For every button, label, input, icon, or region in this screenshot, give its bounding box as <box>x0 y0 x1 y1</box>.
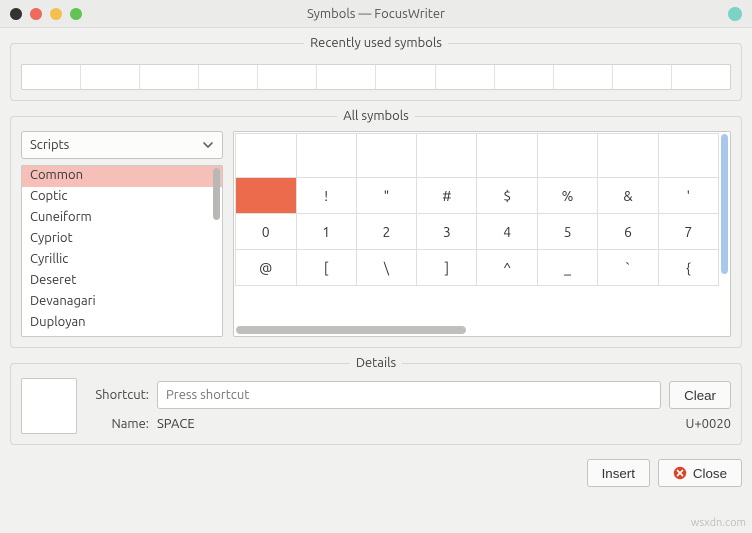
symbol-cell[interactable]: ^ <box>477 250 537 286</box>
all-symbols-title: All symbols <box>337 109 415 123</box>
close-button-label: Close <box>693 466 727 481</box>
symbol-preview <box>21 378 77 434</box>
symbol-cell[interactable]: 6 <box>598 214 658 250</box>
symbol-cell[interactable] <box>658 134 718 178</box>
symbol-cell[interactable] <box>236 178 297 214</box>
chevron-down-icon <box>202 139 214 151</box>
recent-slot[interactable] <box>258 65 317 89</box>
recent-slot[interactable] <box>199 65 258 89</box>
list-item[interactable]: Cyrillic <box>22 250 222 271</box>
grid-vertical-scrollbar[interactable] <box>721 134 728 320</box>
symbol-cell[interactable]: [ <box>296 250 356 286</box>
symbol-cell[interactable]: { <box>658 250 718 286</box>
grid-horizontal-scrollbar[interactable] <box>236 326 718 334</box>
symbol-cell[interactable]: 7 <box>658 214 718 250</box>
recent-strip <box>21 64 731 90</box>
name-value: SPACE <box>157 417 195 431</box>
symbol-cell[interactable]: _ <box>537 250 597 286</box>
recent-slot[interactable] <box>140 65 199 89</box>
symbol-cell[interactable]: ] <box>417 250 477 286</box>
symbol-cell[interactable]: 1 <box>296 214 356 250</box>
app-icon <box>10 8 22 20</box>
recent-slot[interactable] <box>672 65 730 89</box>
symbol-cell[interactable]: & <box>598 178 658 214</box>
list-item[interactable]: Common <box>22 166 222 187</box>
symbol-cell[interactable] <box>236 134 297 178</box>
shortcut-label: Shortcut: <box>91 388 149 402</box>
symbol-grid-wrap: !"#$%&' 01234567 @[\]^_`{ <box>233 131 731 337</box>
recent-panel: Recently used symbols <box>10 36 742 101</box>
list-item[interactable]: Devanagari <box>22 292 222 313</box>
clear-button[interactable]: Clear <box>669 381 731 409</box>
symbol-cell[interactable]: \ <box>356 250 416 286</box>
list-item[interactable]: Duployan <box>22 313 222 334</box>
scripts-combo-label: Scripts <box>30 138 69 152</box>
scripts-combo[interactable]: Scripts <box>21 131 223 159</box>
symbol-cell[interactable]: # <box>417 178 477 214</box>
list-item[interactable]: Coptic <box>22 187 222 208</box>
list-item[interactable]: Cypriot <box>22 229 222 250</box>
watermark: wsxdn.com <box>691 517 746 529</box>
titlebar: Symbols — FocusWriter <box>0 0 752 28</box>
symbol-grid[interactable]: !"#$%&' 01234567 @[\]^_`{ <box>235 133 719 286</box>
symbol-cell[interactable] <box>296 134 356 178</box>
window-close-icon[interactable] <box>30 8 42 20</box>
recent-slot[interactable] <box>81 65 140 89</box>
dialog-actions: Insert Close <box>0 453 752 487</box>
name-label: Name: <box>91 417 149 431</box>
shortcut-input[interactable] <box>157 381 661 409</box>
recent-slot[interactable] <box>22 65 81 89</box>
grid-vertical-scrollbar-thumb[interactable] <box>721 134 728 274</box>
symbol-cell[interactable] <box>356 134 416 178</box>
recent-slot[interactable] <box>317 65 376 89</box>
recent-slot[interactable] <box>376 65 435 89</box>
insert-button-label: Insert <box>602 466 635 481</box>
symbol-cell[interactable]: 0 <box>236 214 297 250</box>
details-panel-title: Details <box>350 356 402 370</box>
scripts-scrollbar[interactable] <box>213 168 220 334</box>
window-title: Symbols — FocusWriter <box>0 7 752 21</box>
close-button[interactable]: Close <box>658 459 742 487</box>
symbol-cell[interactable]: " <box>356 178 416 214</box>
grid-horizontal-scrollbar-thumb[interactable] <box>236 326 466 334</box>
symbol-cell[interactable]: ! <box>296 178 356 214</box>
list-item[interactable]: Deseret <box>22 271 222 292</box>
recent-slot[interactable] <box>436 65 495 89</box>
help-icon[interactable] <box>728 7 742 21</box>
all-symbols-panel: All symbols Scripts CommonCopticCuneifor… <box>10 109 742 348</box>
recent-slot[interactable] <box>554 65 613 89</box>
symbol-cell[interactable]: $ <box>477 178 537 214</box>
codepoint-value: U+0020 <box>685 417 731 431</box>
insert-button[interactable]: Insert <box>587 459 650 487</box>
symbol-cell[interactable]: 3 <box>417 214 477 250</box>
window-minimize-icon[interactable] <box>50 8 62 20</box>
recent-panel-title: Recently used symbols <box>304 36 448 50</box>
symbol-cell[interactable]: ` <box>598 250 658 286</box>
close-icon <box>673 466 687 480</box>
symbol-cell[interactable] <box>598 134 658 178</box>
details-panel: Details Shortcut: Clear Name: SPACE U+00… <box>10 356 742 445</box>
list-item[interactable]: Cuneiform <box>22 208 222 229</box>
symbol-cell[interactable]: 2 <box>356 214 416 250</box>
recent-slot[interactable] <box>495 65 554 89</box>
recent-slot[interactable] <box>613 65 672 89</box>
scripts-list[interactable]: CommonCopticCuneiformCypriotCyrillicDese… <box>21 165 223 337</box>
clear-button-label: Clear <box>684 388 716 403</box>
symbol-cell[interactable]: 4 <box>477 214 537 250</box>
symbol-cell[interactable] <box>537 134 597 178</box>
symbol-cell[interactable] <box>417 134 477 178</box>
window-maximize-icon[interactable] <box>70 8 82 20</box>
scripts-scrollbar-thumb[interactable] <box>213 168 220 220</box>
symbol-cell[interactable]: @ <box>236 250 297 286</box>
symbol-cell[interactable] <box>477 134 537 178</box>
symbol-cell[interactable]: % <box>537 178 597 214</box>
symbol-cell[interactable]: 5 <box>537 214 597 250</box>
symbol-cell[interactable]: ' <box>658 178 718 214</box>
